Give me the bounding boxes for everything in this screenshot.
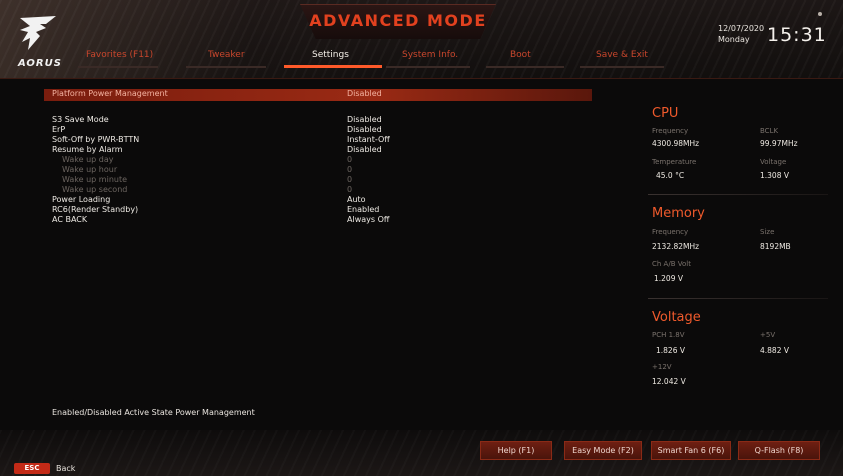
setting-label: Soft-Off by PWR-BTTN [52,135,140,144]
cpu-frequency-label: Frequency [652,127,689,135]
tab-settings-underline [284,65,382,68]
section-divider [648,194,828,195]
5v-voltage-value: 4.882 V [760,346,789,355]
hardware-monitor-panel: CPU Frequency BCLK 4300.98MHz 99.97MHz T… [642,96,832,400]
help-description: Enabled/Disabled Active State Power Mana… [52,408,255,417]
5v-voltage-label: +5V [760,331,776,339]
tab-boot[interactable]: Boot [510,50,531,64]
memory-frequency-value: 2132.82MHz [652,242,700,251]
smart-fan-button[interactable]: Smart Fan 6 (F6) [651,441,731,460]
header-bar: AORUS ADVANCED MODE Favorites (F11) Twea… [0,0,843,79]
tab-favorites-underline [78,66,158,68]
tab-save-exit-underline [580,66,664,68]
memory-volt-value: 1.209 V [654,274,683,283]
memory-size-value: 8192MB [760,242,791,251]
setting-value: 0 [347,185,353,194]
tab-system-info[interactable]: System Info. [402,50,458,64]
setting-value: Disabled [347,125,382,134]
q-flash-button[interactable]: Q-Flash (F8) [738,441,820,460]
setting-value: Always Off [347,215,390,224]
day-display: Monday [718,35,750,44]
tab-favorites[interactable]: Favorites (F11) [86,50,153,64]
setting-label: Wake up minute [62,175,128,184]
setting-label: Wake up hour [62,165,118,174]
back-label: Back [56,464,76,473]
cpu-bclk-label: BCLK [760,127,779,135]
eagle-logo-icon [20,16,56,50]
tab-settings[interactable]: Settings [312,50,349,64]
pch-voltage-value: 1.826 V [656,346,685,355]
cpu-frequency-value: 4300.98MHz [652,139,700,148]
cpu-bclk-value: 99.97MHz [760,139,798,148]
setting-label: Wake up second [62,185,128,194]
memory-section-title: Memory [652,206,705,221]
setting-label: RC6(Render Standby) [52,205,139,214]
tab-tweaker-underline [186,66,266,68]
setting-value: Disabled [347,89,382,98]
setting-row-ac-back[interactable]: AC BACK Always Off [0,215,620,227]
setting-label: Wake up day [62,155,114,164]
tab-boot-underline [486,66,564,68]
date-display: 12/07/2020 [718,24,765,33]
esc-key-button[interactable]: ESC [14,463,50,474]
setting-value: 0 [347,155,353,164]
status-dot-icon [818,12,822,16]
tab-tweaker[interactable]: Tweaker [208,50,245,64]
memory-volt-label: Ch A/B Volt [652,260,691,268]
setting-value: Disabled [347,145,382,154]
memory-frequency-label: Frequency [652,228,689,236]
tab-save-exit[interactable]: Save & Exit [596,50,648,64]
cpu-voltage-label: Voltage [760,158,787,166]
cpu-temperature-label: Temperature [652,158,697,166]
easy-mode-button[interactable]: Easy Mode (F2) [564,441,642,460]
setting-label: AC BACK [52,215,88,224]
setting-row-platform-power-management[interactable]: Platform Power Management Disabled [0,89,620,101]
setting-label: Resume by Alarm [52,145,123,154]
12v-voltage-value: 12.042 V [652,377,686,386]
setting-value: 0 [347,165,353,174]
setting-label: Power Loading [52,195,111,204]
mode-title: ADVANCED MODE [309,11,487,30]
help-button[interactable]: Help (F1) [480,441,552,460]
setting-label: Platform Power Management [52,89,168,98]
brand-logo-text: AORUS [18,58,62,69]
settings-list: Platform Power Management Disabled S3 Sa… [0,78,620,398]
cpu-section-title: CPU [652,106,679,121]
pch-voltage-label: PCH 1.8V [652,331,685,339]
cpu-temperature-value: 45.0 °C [656,171,685,180]
section-divider [648,298,828,299]
cpu-voltage-value: 1.308 V [760,171,789,180]
setting-label: ErP [52,125,66,134]
aorus-logo: AORUS [16,14,68,72]
tab-system-info-underline [386,66,470,68]
memory-size-label: Size [760,228,775,236]
voltage-section-title: Voltage [652,310,701,325]
setting-label: S3 Save Mode [52,115,109,124]
setting-value: Enabled [347,205,380,214]
setting-value: Auto [347,195,366,204]
setting-value: Instant-Off [347,135,390,144]
setting-value: Disabled [347,115,382,124]
time-display: 15:31 [767,24,827,46]
setting-value: 0 [347,175,353,184]
12v-voltage-label: +12V [652,363,672,371]
